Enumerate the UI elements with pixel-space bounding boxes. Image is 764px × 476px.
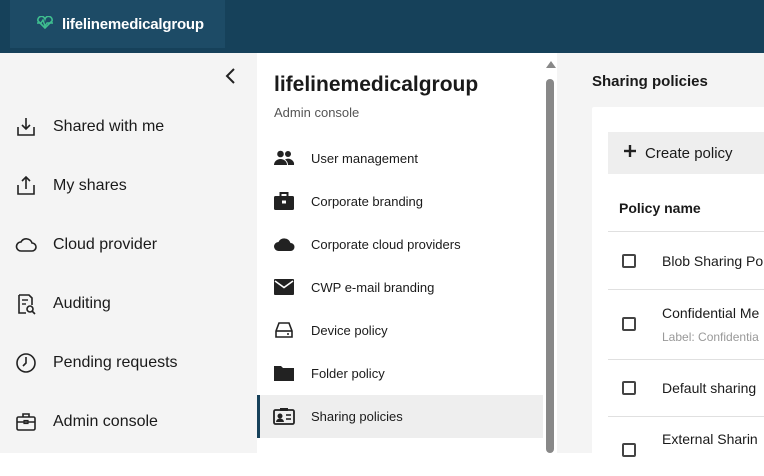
row-checkbox[interactable] — [622, 317, 636, 331]
menu-item-corporate-branding[interactable]: Corporate branding — [257, 180, 543, 223]
scroll-up-arrow-icon[interactable] — [546, 61, 556, 68]
chevron-left-icon[interactable] — [222, 65, 240, 87]
nav-item-shared-with-me[interactable]: Shared with me — [0, 105, 257, 149]
briefcase-icon — [274, 192, 294, 210]
nav-item-admin-console[interactable]: Admin console — [0, 400, 257, 444]
menu-item-label: CWP e-mail branding — [311, 280, 435, 295]
column-header-policy-name[interactable]: Policy name — [619, 200, 701, 216]
panel-subtitle: Admin console — [274, 105, 360, 120]
cloud-filled-icon — [274, 238, 295, 251]
page-title: Sharing policies — [592, 73, 708, 90]
menu-item-label: User management — [311, 151, 418, 166]
brand-name: lifelinemedicalgroup — [62, 15, 204, 33]
menu-item-label: Device policy — [311, 323, 388, 338]
scrollbar-thumb[interactable] — [546, 79, 554, 453]
audit-search-icon — [18, 294, 36, 315]
top-bar: lifelinemedicalgroup — [0, 0, 764, 53]
menu-item-sharing-policies[interactable]: Sharing policies — [257, 395, 543, 438]
create-policy-label: Create policy — [645, 145, 733, 162]
admin-console-panel: lifelinemedicalgroup Admin console User … — [257, 53, 557, 453]
menu-item-label: Corporate cloud providers — [311, 237, 461, 252]
menu-item-label: Folder policy — [311, 366, 385, 381]
nav-item-label: Pending requests — [53, 354, 178, 371]
menu-item-label: Corporate branding — [311, 194, 424, 209]
users-icon — [274, 150, 295, 165]
row-checkbox[interactable] — [622, 381, 636, 395]
nav-item-pending-requests[interactable]: Pending requests — [0, 341, 257, 385]
nav-item-auditing[interactable]: Auditing — [0, 282, 257, 326]
drive-icon — [275, 322, 293, 338]
policy-name: Confidential Me — [662, 305, 760, 321]
left-nav: Shared with me My shares Cloud provider … — [0, 53, 257, 453]
table-row[interactable]: External Sharin — [608, 416, 764, 476]
nav-item-cloud-provider[interactable]: Cloud provider — [0, 223, 257, 267]
policy-name: Default sharing — [662, 380, 757, 396]
cloud-icon — [15, 238, 37, 252]
row-checkbox[interactable] — [622, 254, 636, 268]
menu-item-folder-policy[interactable]: Folder policy — [257, 352, 543, 395]
policy-name: External Sharin — [662, 431, 758, 447]
policies-card: Create policy Policy name Blob Sharing P… — [592, 107, 764, 467]
menu-item-user-management[interactable]: User management — [257, 137, 543, 180]
create-policy-button[interactable]: Create policy — [608, 132, 764, 174]
clock-icon — [16, 353, 36, 373]
brand-logo[interactable]: lifelinemedicalgroup — [10, 0, 225, 48]
policy-name: Blob Sharing Po — [662, 253, 764, 269]
table-row[interactable]: Blob Sharing Po — [608, 231, 764, 291]
org-title: lifelinemedicalgroup — [274, 73, 479, 96]
menu-item-label: Sharing policies — [311, 409, 403, 424]
envelope-icon — [274, 279, 294, 295]
nav-item-label: Admin console — [53, 413, 158, 430]
plus-icon — [624, 145, 636, 157]
panel-scrollbar[interactable] — [544, 61, 556, 453]
folder-icon — [274, 366, 294, 381]
menu-item-device-policy[interactable]: Device policy — [257, 309, 543, 352]
content-area: Sharing policies Create policy Policy na… — [557, 53, 764, 467]
nav-item-label: Shared with me — [53, 118, 165, 135]
admin-briefcase-icon — [16, 413, 36, 431]
row-checkbox[interactable] — [622, 443, 636, 457]
policy-label: Label: Confidentia — [662, 330, 759, 344]
nav-item-label: Auditing — [53, 295, 111, 312]
inbox-download-icon — [17, 118, 35, 136]
sharing-policy-icon — [273, 408, 295, 425]
nav-item-my-shares[interactable]: My shares — [0, 164, 257, 208]
nav-item-label: Cloud provider — [53, 236, 158, 253]
share-upload-icon — [17, 175, 35, 195]
nav-item-label: My shares — [53, 177, 127, 194]
menu-item-cwp-email-branding[interactable]: CWP e-mail branding — [257, 266, 543, 309]
menu-item-corporate-cloud-providers[interactable]: Corporate cloud providers — [257, 223, 543, 266]
table-row[interactable]: Confidential Me Label: Confidentia — [608, 289, 764, 359]
heartbeat-logo-icon — [37, 16, 53, 30]
table-row[interactable]: Default sharing — [608, 359, 764, 416]
